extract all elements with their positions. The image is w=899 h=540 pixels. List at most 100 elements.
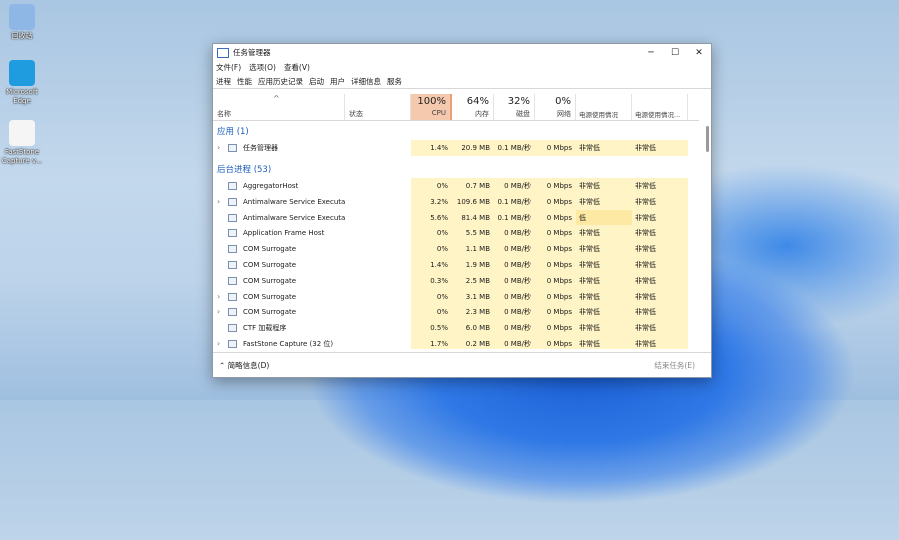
process-name: AggregatorHost [243, 182, 299, 190]
tab-processes[interactable]: 进程 [216, 76, 231, 87]
power-trend-cell: 非常低 [632, 320, 688, 337]
footer-bar: ⌃ 简略信息(D) 结束任务(E) [213, 352, 711, 377]
table-row[interactable]: › COM Surrogate 0% 2.3 MB 0 MB/秒 0 Mbps 非常低 非常低 [213, 304, 699, 321]
process-name: COM Surrogate [243, 245, 297, 254]
menu-options[interactable]: 选项(O) [249, 62, 276, 73]
disk-cell: 0.1 MB/秒 [494, 140, 535, 156]
process-name: COM Surrogate [243, 276, 297, 285]
tab-details[interactable]: 详细信息 [351, 76, 381, 87]
column-disk[interactable]: 32% 磁盘 [494, 94, 535, 120]
tab-app-history[interactable]: 应用历史记录 [258, 76, 303, 87]
expand-chevron-icon[interactable]: › [217, 194, 220, 210]
table-row[interactable]: › FastStone Capture (32 位) 1.7% 0.2 MB 0 MB/… [213, 336, 699, 349]
tab-services[interactable]: 服务 [387, 76, 402, 87]
status-cell [345, 140, 411, 156]
cpu-cell: 1.7% [411, 336, 452, 349]
column-cpu[interactable]: 100% CPU [411, 94, 452, 120]
memory-cell: 109.6 MB [452, 193, 494, 210]
column-status[interactable]: 状态 [345, 94, 411, 120]
memory-cell: 6.0 MB [452, 320, 494, 337]
disk-cell: 0 MB/秒 [494, 304, 535, 321]
column-power-trend[interactable]: 电源使用情况... [632, 94, 688, 120]
process-icon [228, 213, 237, 222]
column-power[interactable]: 电源使用情况 [576, 94, 632, 120]
sort-up-icon: ^ [273, 94, 280, 103]
tab-startup[interactable]: 启动 [309, 76, 324, 87]
status-cell [345, 225, 411, 241]
close-button[interactable]: ✕ [687, 44, 711, 61]
status-cell [345, 257, 411, 273]
status-cell [345, 241, 411, 257]
tab-users[interactable]: 用户 [330, 76, 345, 87]
title-bar[interactable]: 任务管理器 ─ ☐ ✕ [213, 44, 711, 61]
tab-bar: 进程 性能 应用历史记录 启动 用户 详细信息 服务 [213, 74, 711, 89]
disk-cell: 0.1 MB/秒 [494, 209, 535, 226]
process-name: Antimalware Service Executa... [243, 197, 345, 206]
edge-desktop-icon[interactable]: Microsoft Edge [0, 60, 44, 106]
table-row[interactable]: COM Surrogate 0.3% 2.5 MB 0 MB/秒 0 Mbps 非常低 非常… [213, 272, 699, 289]
process-icon [228, 245, 237, 254]
status-cell [345, 178, 411, 194]
process-icon [228, 229, 237, 238]
network-cell: 0 Mbps [535, 320, 576, 337]
table-row[interactable]: Antimalware Service Executa... 5.6% 81.4 M… [213, 209, 699, 226]
table-row[interactable]: Application Frame Host 0% 5.5 MB 0 MB/秒 0 Mb… [213, 225, 699, 242]
power-trend-cell: 非常低 [632, 225, 688, 242]
faststone-icon [9, 120, 35, 146]
cpu-cell: 0.3% [411, 272, 452, 289]
faststone-desktop-icon[interactable]: FastStone Capture v... [0, 120, 44, 166]
cpu-cell: 1.4% [411, 257, 452, 273]
expand-chevron-icon[interactable]: › [217, 336, 220, 349]
column-network[interactable]: 0% 网络 [535, 94, 576, 120]
cpu-cell: 0% [411, 304, 452, 321]
cpu-cell: 0% [411, 241, 452, 258]
scrollbar[interactable] [705, 120, 709, 332]
disk-cell: 0 MB/秒 [494, 178, 535, 194]
power-cell: 非常低 [576, 241, 632, 258]
process-name: Application Frame Host [243, 229, 325, 238]
table-row[interactable]: AggregatorHost 0% 0.7 MB 0 MB/秒 0 Mbps 非常低 非常低 [213, 178, 699, 194]
group-header-background: 后台进程 (53) [217, 165, 272, 175]
maximize-button[interactable]: ☐ [663, 44, 687, 61]
table-row[interactable]: COM Surrogate 0% 1.1 MB 0 MB/秒 0 Mbps 非常低 非常低 [213, 241, 699, 258]
end-task-button[interactable]: 结束任务(E) [654, 360, 695, 371]
process-table: ^ 名称 状态 100% CPU 64% 内存 32% 磁盘 0% 网络 电源使… [213, 94, 707, 349]
memory-cell: 0.7 MB [452, 178, 494, 194]
power-cell: 非常低 [576, 304, 632, 321]
status-cell [345, 304, 411, 320]
scrollbar-thumb[interactable] [706, 126, 709, 152]
minimize-button[interactable]: ─ [639, 44, 663, 61]
network-cell: 0 Mbps [535, 272, 576, 289]
tab-performance[interactable]: 性能 [237, 76, 252, 87]
desktop-icon-label: FastStone Capture v... [1, 148, 43, 165]
menu-file[interactable]: 文件(F) [216, 62, 241, 73]
desktop-icon-label: 回收站 [11, 32, 33, 40]
process-name: FastStone Capture (32 位) [243, 340, 334, 348]
memory-cell: 2.5 MB [452, 272, 494, 289]
network-cell: 0 Mbps [535, 193, 576, 210]
desktop-icon-label: Microsoft Edge [6, 88, 38, 105]
disk-cell: 0 MB/秒 [494, 336, 535, 349]
table-row[interactable]: › 任务管理器 1.4% 20.9 MB 0.1 MB/秒 0 Mbps 非常低 非常低 [213, 140, 699, 156]
cpu-cell: 5.6% [411, 209, 452, 226]
table-row[interactable]: › COM Surrogate 0% 3.1 MB 0 MB/秒 0 Mbps 非常低 非常低 [213, 288, 699, 305]
power-cell: 非常低 [576, 257, 632, 273]
table-row[interactable]: › Antimalware Service Executa... 3.2% 109.6… [213, 193, 699, 210]
status-cell [345, 336, 411, 349]
table-row[interactable]: COM Surrogate 1.4% 1.9 MB 0 MB/秒 0 Mbps 非常低 非常… [213, 257, 699, 273]
network-cell: 0 Mbps [535, 336, 576, 349]
power-trend-cell: 非常低 [632, 193, 688, 210]
process-icon [228, 292, 237, 301]
fewer-details-button[interactable]: ⌃ 简略信息(D) [219, 360, 269, 371]
column-name[interactable]: ^ 名称 [213, 94, 345, 120]
column-memory[interactable]: 64% 内存 [452, 94, 494, 120]
memory-cell: 5.5 MB [452, 225, 494, 242]
expand-chevron-icon[interactable]: › [217, 304, 220, 320]
power-trend-cell: 非常低 [632, 336, 688, 349]
expand-chevron-icon[interactable]: › [217, 289, 220, 305]
power-cell: 非常低 [576, 272, 632, 289]
table-row[interactable]: CTF 加载程序 0.5% 6.0 MB 0 MB/秒 0 Mbps 非常低 非常低 [213, 320, 699, 337]
recycle-bin-desktop-icon[interactable]: 回收站 [0, 4, 44, 41]
expand-chevron-icon[interactable]: › [217, 140, 220, 156]
menu-view[interactable]: 查看(V) [284, 62, 310, 73]
